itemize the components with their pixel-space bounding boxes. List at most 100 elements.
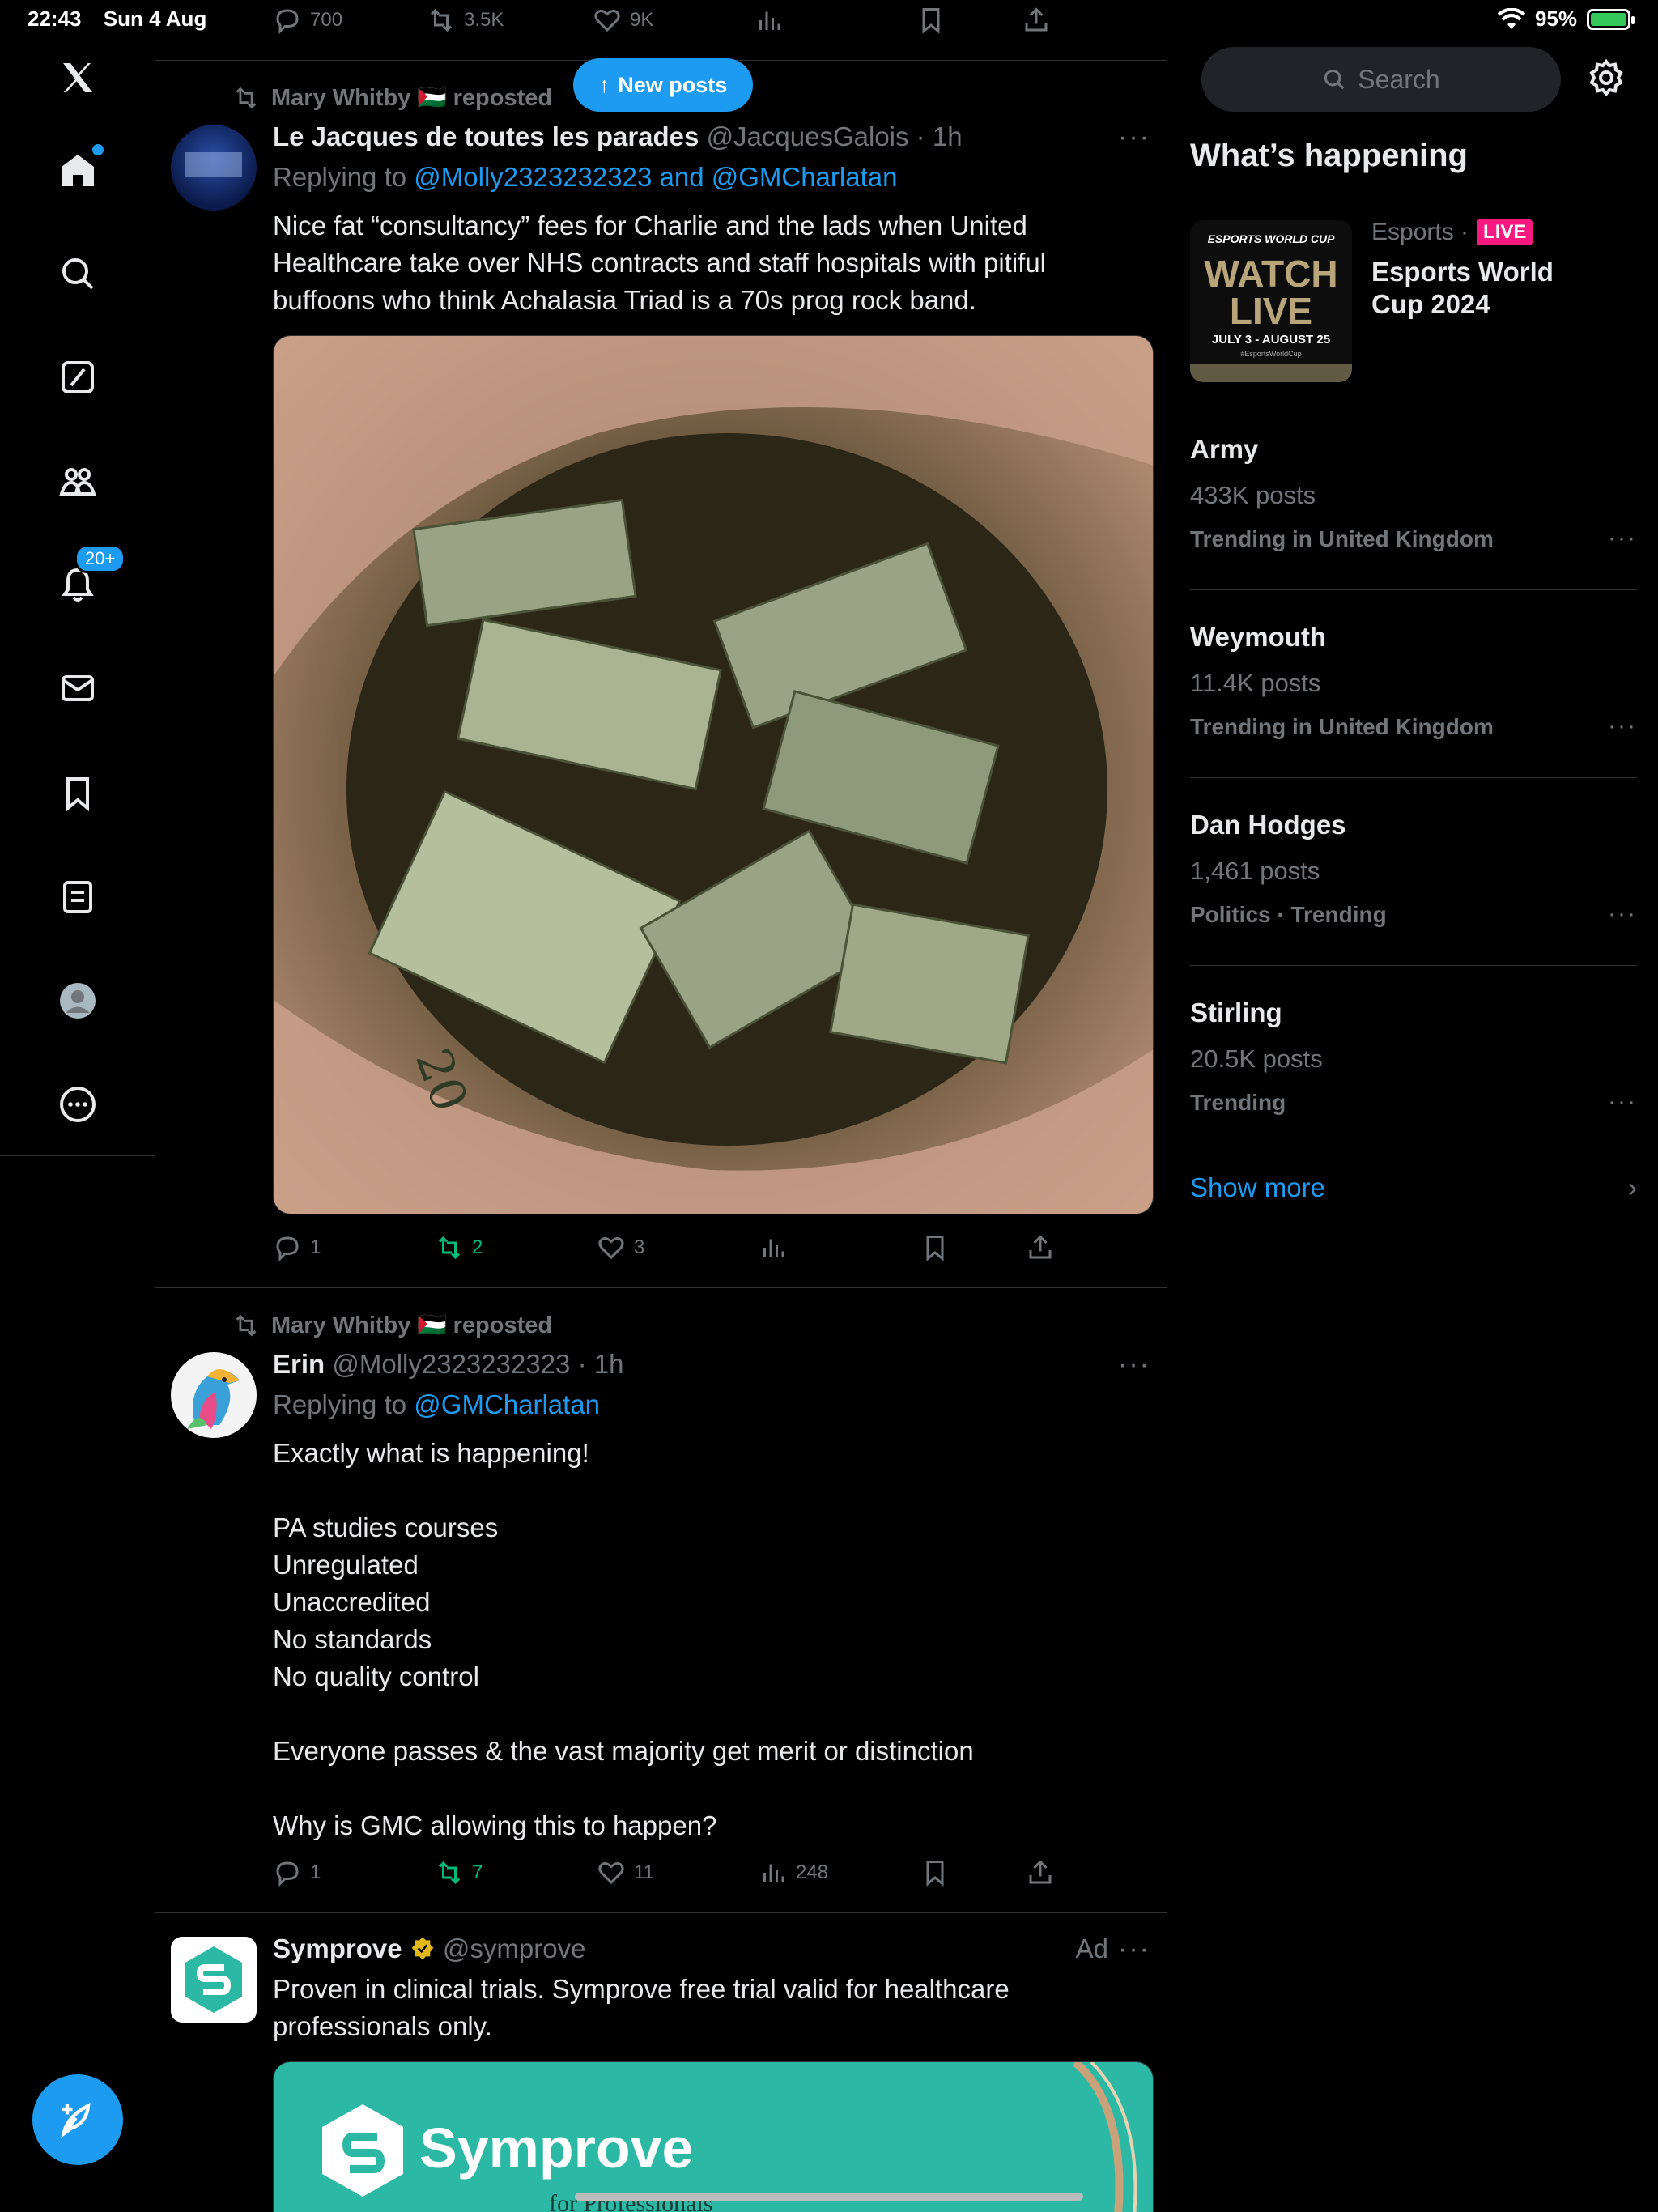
post-more-button[interactable]: ···: [1118, 1349, 1150, 1380]
symprove-banner: Symprove for Professionals: [322, 2062, 1137, 2212]
trend-context: Trending: [1190, 1090, 1286, 1115]
trend-count: 1,461 posts: [1190, 857, 1320, 885]
trend-more-button[interactable]: ···: [1608, 713, 1637, 740]
mail-icon: [62, 675, 94, 701]
card-tag-text: #EsportsWorldCup: [1240, 350, 1301, 358]
grok-icon: [62, 361, 94, 393]
ad-image[interactable]: Symprove for Professionals: [273, 2061, 1154, 2212]
ad-brand-text: Symprove: [419, 2116, 693, 2180]
trend-more-button[interactable]: ···: [1608, 525, 1637, 552]
like-icon: [598, 1862, 624, 1885]
ad-label: Ad: [1075, 1933, 1108, 1963]
reply-button[interactable]: 700: [273, 6, 427, 35]
repost-count: 3.5K: [464, 9, 504, 31]
author-handle[interactable]: @JacquesGalois · 1h: [707, 121, 963, 151]
view-count: 248: [796, 1861, 829, 1883]
repost-button[interactable]: 7: [435, 1858, 597, 1887]
post-image[interactable]: 20: [273, 335, 1154, 1214]
bookmarks-nav[interactable]: [45, 761, 110, 826]
post-text-line: [273, 1695, 1082, 1733]
views-button[interactable]: [755, 6, 916, 35]
repost-attribution[interactable]: Mary Whitby 🇵🇸 reposted: [232, 1312, 552, 1339]
author-name[interactable]: Symprove: [273, 1933, 402, 1963]
share-button[interactable]: [1026, 1858, 1055, 1887]
repost-icon: [438, 1236, 461, 1260]
bookmark-button[interactable]: [916, 6, 1022, 35]
post-header: Le Jacques de toutes les parades @Jacque…: [273, 121, 963, 152]
like-button[interactable]: 9K: [593, 6, 755, 35]
avatar[interactable]: [171, 125, 257, 211]
bookmark-icon: [66, 777, 89, 812]
reply-count: 1: [310, 1861, 321, 1883]
notifications-nav[interactable]: 20+: [45, 544, 126, 617]
like-count: 11: [634, 1861, 654, 1883]
post-header: Symprove @symprove: [273, 1933, 585, 1964]
post-text-line: Everyone passes & the vast majority get …: [273, 1736, 974, 1766]
post-actions: 1 2 3: [273, 1227, 1066, 1268]
card-watch-text: WATCH: [1204, 253, 1337, 295]
new-posts-button[interactable]: ↑ New posts: [573, 58, 753, 112]
featured-trend[interactable]: Esports · LIVE Esports World Cup 2024: [1371, 219, 1598, 321]
post-text-line: Unaccredited: [273, 1587, 431, 1617]
trend-item[interactable]: Stirling 20.5K posts Trending ···: [1190, 998, 1637, 1116]
like-button[interactable]: 11: [597, 1858, 759, 1887]
notifications-badge: 20+: [74, 544, 126, 573]
bookmark-button[interactable]: [920, 1233, 1026, 1262]
post-text-line: Why is GMC allowing this to happen?: [273, 1810, 717, 1840]
author-name[interactable]: Erin: [273, 1349, 325, 1379]
views-button[interactable]: 248: [759, 1858, 920, 1887]
trend-divider: [1190, 965, 1637, 966]
compose-icon: [61, 2102, 91, 2138]
share-icon: [1029, 1235, 1052, 1259]
search-input[interactable]: Search: [1201, 47, 1561, 112]
communities-nav[interactable]: [45, 449, 110, 513]
author-name[interactable]: Le Jacques de toutes les parades: [273, 121, 699, 151]
more-nav[interactable]: [45, 1072, 110, 1137]
author-handle[interactable]: @symprove: [443, 1933, 586, 1963]
post-more-button[interactable]: ···: [1118, 1933, 1150, 1965]
repost-button[interactable]: 3.5K: [427, 6, 593, 35]
trend-name: Stirling: [1190, 998, 1282, 1027]
reply-button[interactable]: 1: [273, 1233, 435, 1262]
bookmark-button[interactable]: [920, 1858, 1026, 1887]
compose-button[interactable]: [32, 2074, 123, 2165]
trend-more-button[interactable]: ···: [1608, 1088, 1637, 1116]
live-badge: LIVE: [1477, 219, 1533, 245]
gear-icon[interactable]: [1587, 58, 1626, 97]
replying-to-link[interactable]: @Molly2323232323 and @GMCharlatan: [414, 162, 897, 192]
post-text-line: Exactly what is happening!: [273, 1438, 589, 1468]
repost-count: 2: [472, 1236, 483, 1258]
verified-icon: [411, 1937, 434, 1960]
post-text: Exactly what is happening! PA studies co…: [273, 1435, 1082, 1844]
like-button[interactable]: 3: [597, 1233, 759, 1262]
x-logo-icon[interactable]: [45, 45, 110, 110]
symprove-logo-icon: [185, 1946, 242, 2013]
author-handle[interactable]: @Molly2323232323 · 1h: [332, 1349, 623, 1379]
profile-nav[interactable]: [45, 968, 110, 1033]
trend-item[interactable]: Dan Hodges 1,461 posts Politics · Trendi…: [1190, 810, 1637, 928]
home-nav[interactable]: [45, 138, 110, 202]
bookmark-icon: [922, 8, 940, 34]
share-button[interactable]: [1022, 6, 1051, 35]
chevron-right-icon: ›: [1628, 1172, 1637, 1202]
repost-button[interactable]: 2: [435, 1233, 597, 1262]
repost-attribution[interactable]: Mary Whitby 🇵🇸 reposted: [232, 84, 552, 112]
trend-more-button[interactable]: ···: [1608, 900, 1637, 928]
lists-nav[interactable]: [45, 865, 110, 929]
messages-nav[interactable]: [45, 656, 110, 721]
trend-item[interactable]: Weymouth 11.4K posts Trending in United …: [1190, 622, 1637, 740]
show-more-link[interactable]: Show more ›: [1190, 1172, 1637, 1203]
avatar[interactable]: [171, 1937, 257, 2023]
reply-button[interactable]: 1: [273, 1858, 435, 1887]
grok-nav[interactable]: [45, 345, 110, 410]
like-icon: [594, 10, 620, 32]
post-more-button[interactable]: ···: [1118, 121, 1150, 153]
home-indicator[interactable]: [575, 2193, 1083, 2201]
avatar[interactable]: [171, 1352, 257, 1438]
replying-to-link[interactable]: @GMCharlatan: [414, 1389, 600, 1419]
share-button[interactable]: [1026, 1233, 1055, 1262]
trend-item[interactable]: Army 433K posts Trending in United Kingd…: [1190, 434, 1637, 552]
esports-thumbnail[interactable]: ESPORTS WORLD CUP WATCH LIVE JULY 3 - AU…: [1190, 220, 1352, 382]
views-button[interactable]: [759, 1233, 920, 1262]
explore-nav[interactable]: [45, 241, 110, 306]
